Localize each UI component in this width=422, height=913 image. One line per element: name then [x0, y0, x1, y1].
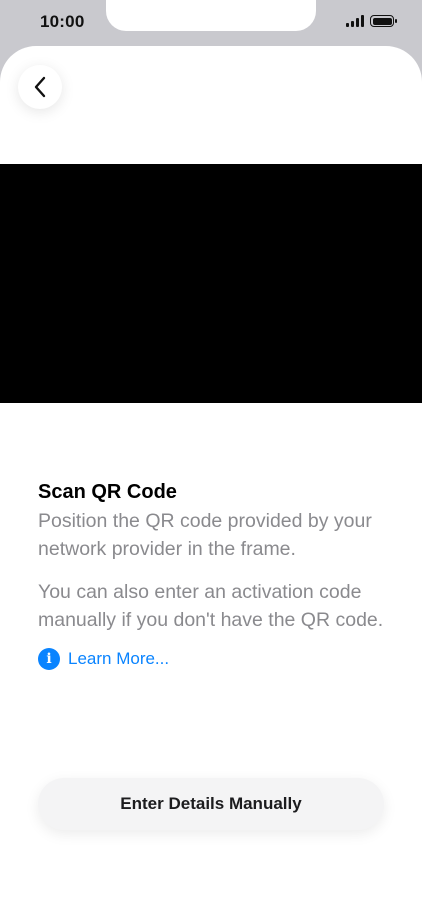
info-icon: i	[38, 648, 60, 670]
scan-instructions: Scan QR Code Position the QR code provid…	[38, 480, 394, 670]
chevron-left-icon	[34, 76, 46, 98]
device-notch	[106, 0, 316, 31]
enter-details-manually-button[interactable]: Enter Details Manually	[38, 778, 384, 830]
page-title: Scan QR Code	[38, 481, 177, 503]
battery-icon	[370, 15, 397, 27]
learn-more-label: Learn More...	[68, 649, 170, 668]
back-button[interactable]	[18, 65, 62, 109]
phone-frame: 10:00 Scan QR Code Position the QR code …	[0, 0, 422, 913]
camera-viewfinder	[0, 164, 422, 403]
scan-description: Position the QR code provided by your ne…	[38, 510, 372, 560]
learn-more-link[interactable]: i Learn More...	[38, 648, 394, 670]
status-time: 10:00	[40, 12, 85, 31]
status-bar: 10:00	[0, 0, 422, 46]
manual-entry-hint: You can also enter an activation code ma…	[38, 581, 384, 631]
signal-icon	[346, 15, 364, 27]
status-icons	[346, 15, 397, 27]
